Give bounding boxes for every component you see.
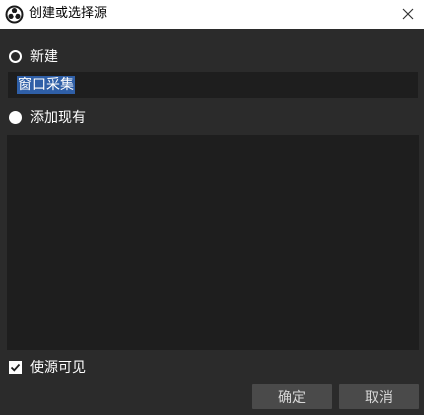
radio-unchecked-icon bbox=[9, 110, 22, 124]
cancel-button[interactable]: 取消 bbox=[339, 384, 419, 409]
radio-checked-icon bbox=[9, 49, 22, 63]
make-source-visible-label: 使源可见 bbox=[30, 360, 86, 376]
radio-add-existing-label: 添加现有 bbox=[30, 110, 86, 126]
obs-logo-icon bbox=[5, 5, 24, 24]
title-bar: 创建或选择源 bbox=[0, 0, 424, 29]
source-name-input[interactable]: 窗口采集 bbox=[8, 72, 418, 98]
close-icon bbox=[402, 5, 414, 24]
window-title: 创建或选择源 bbox=[29, 6, 108, 21]
dialog-body: 新建 窗口采集 添加现有 使源可见 确定 取消 bbox=[0, 29, 424, 415]
existing-sources-list[interactable] bbox=[7, 135, 419, 350]
make-source-visible-checkbox[interactable]: 使源可见 bbox=[9, 357, 86, 377]
radio-create-new[interactable]: 新建 bbox=[9, 46, 58, 66]
checkmark-icon bbox=[9, 360, 22, 374]
ok-button[interactable]: 确定 bbox=[252, 384, 332, 409]
radio-add-existing[interactable]: 添加现有 bbox=[9, 107, 86, 127]
close-button[interactable] bbox=[392, 0, 424, 29]
radio-create-new-label: 新建 bbox=[30, 49, 58, 65]
source-name-value: 窗口采集 bbox=[17, 76, 75, 94]
